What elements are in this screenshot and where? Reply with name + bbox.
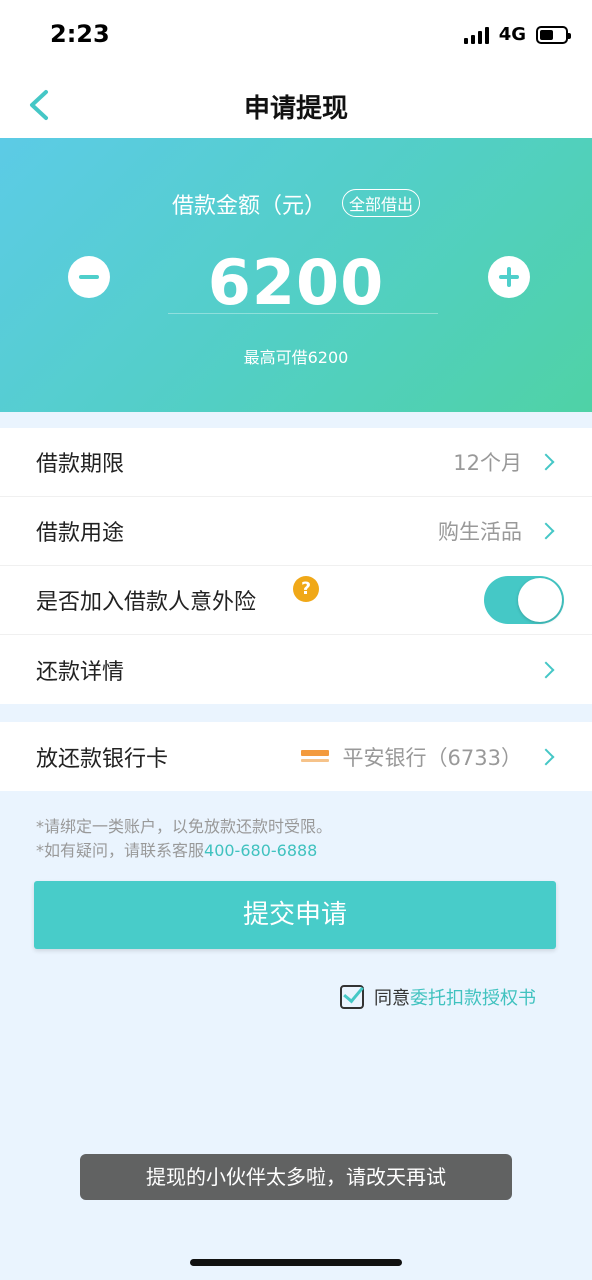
chevron-right-icon: [537, 748, 555, 765]
bank-value: 平安银行（6733）: [342, 745, 522, 770]
agreement-checkbox[interactable]: [340, 985, 364, 1009]
insurance-label: 是否加入借款人意外险: [36, 590, 257, 615]
max-amount-text: 最高可借6200: [243, 348, 349, 367]
insurance-row: 是否加入借款人意外险 ?: [0, 566, 592, 635]
amount-panel: 借款金额（元） 全部借出 6200 最高可借6200: [0, 138, 592, 412]
signal-icon: [463, 26, 489, 44]
purpose-label: 借款用途: [36, 521, 125, 546]
insurance-toggle[interactable]: [484, 576, 564, 624]
agreement: 同意 委托扣款授权书: [340, 984, 536, 1010]
chevron-right-icon: [537, 453, 555, 471]
term-value: 12个月: [453, 451, 522, 475]
toggle-knob: [518, 578, 562, 622]
loan-options: 借款期限 12个月 借款用途 购生活品 是否加入借款人意外险 ? 还款详情: [0, 428, 592, 704]
amount-label-text: 借款金额（元）: [171, 194, 326, 219]
purpose-value: 购生活品: [438, 520, 522, 544]
bank-logo-icon: [300, 749, 329, 764]
home-indicator: [190, 1259, 402, 1266]
note-line-2-prefix: *如有疑问，请联系客服: [36, 841, 205, 860]
amount-label: 借款金额（元） 全部借出: [0, 188, 592, 220]
term-label: 借款期限: [36, 452, 125, 477]
agreement-link[interactable]: 委托扣款授权书: [410, 984, 536, 1010]
repayment-row[interactable]: 还款详情: [0, 635, 592, 704]
note-line-2: *如有疑问，请联系客服400-680-6888: [36, 839, 332, 863]
borrow-all-button[interactable]: 全部借出: [342, 189, 421, 217]
amount-underline: [168, 313, 438, 314]
term-row[interactable]: 借款期限 12个月: [0, 428, 592, 497]
chevron-right-icon: [537, 522, 555, 540]
bank-section: 放还款银行卡 平安银行（6733）: [0, 722, 592, 791]
status-time: 2:23: [50, 20, 110, 48]
note-line-1: *请绑定一类账户，以免放款还款时受限。: [36, 817, 333, 836]
increase-amount-button[interactable]: [488, 256, 530, 298]
service-phone-link[interactable]: 400-680-6888: [204, 841, 317, 860]
network-type: 4G: [498, 24, 526, 45]
submit-button[interactable]: 提交申请: [34, 881, 556, 949]
battery-icon: [536, 25, 571, 44]
toast-message: 提现的小伙伴太多啦，请改天再试: [80, 1154, 512, 1200]
question-icon[interactable]: ?: [293, 576, 319, 602]
chevron-right-icon: [537, 661, 555, 678]
purpose-row[interactable]: 借款用途 购生活品: [0, 497, 592, 566]
bank-row[interactable]: 放还款银行卡 平安银行（6733）: [0, 722, 592, 791]
nav-bar: 申请提现: [0, 70, 592, 138]
page-title: 申请提现: [243, 94, 348, 124]
status-indicators: 4G: [463, 24, 571, 45]
agreement-prefix: 同意: [374, 988, 410, 1009]
notes: *请绑定一类账户，以免放款还款时受限。 *如有疑问，请联系客服400-680-6…: [36, 815, 332, 863]
status-bar: 2:23 4G: [0, 0, 592, 70]
repayment-label: 还款详情: [36, 659, 125, 685]
bank-label: 放还款银行卡: [36, 746, 169, 772]
